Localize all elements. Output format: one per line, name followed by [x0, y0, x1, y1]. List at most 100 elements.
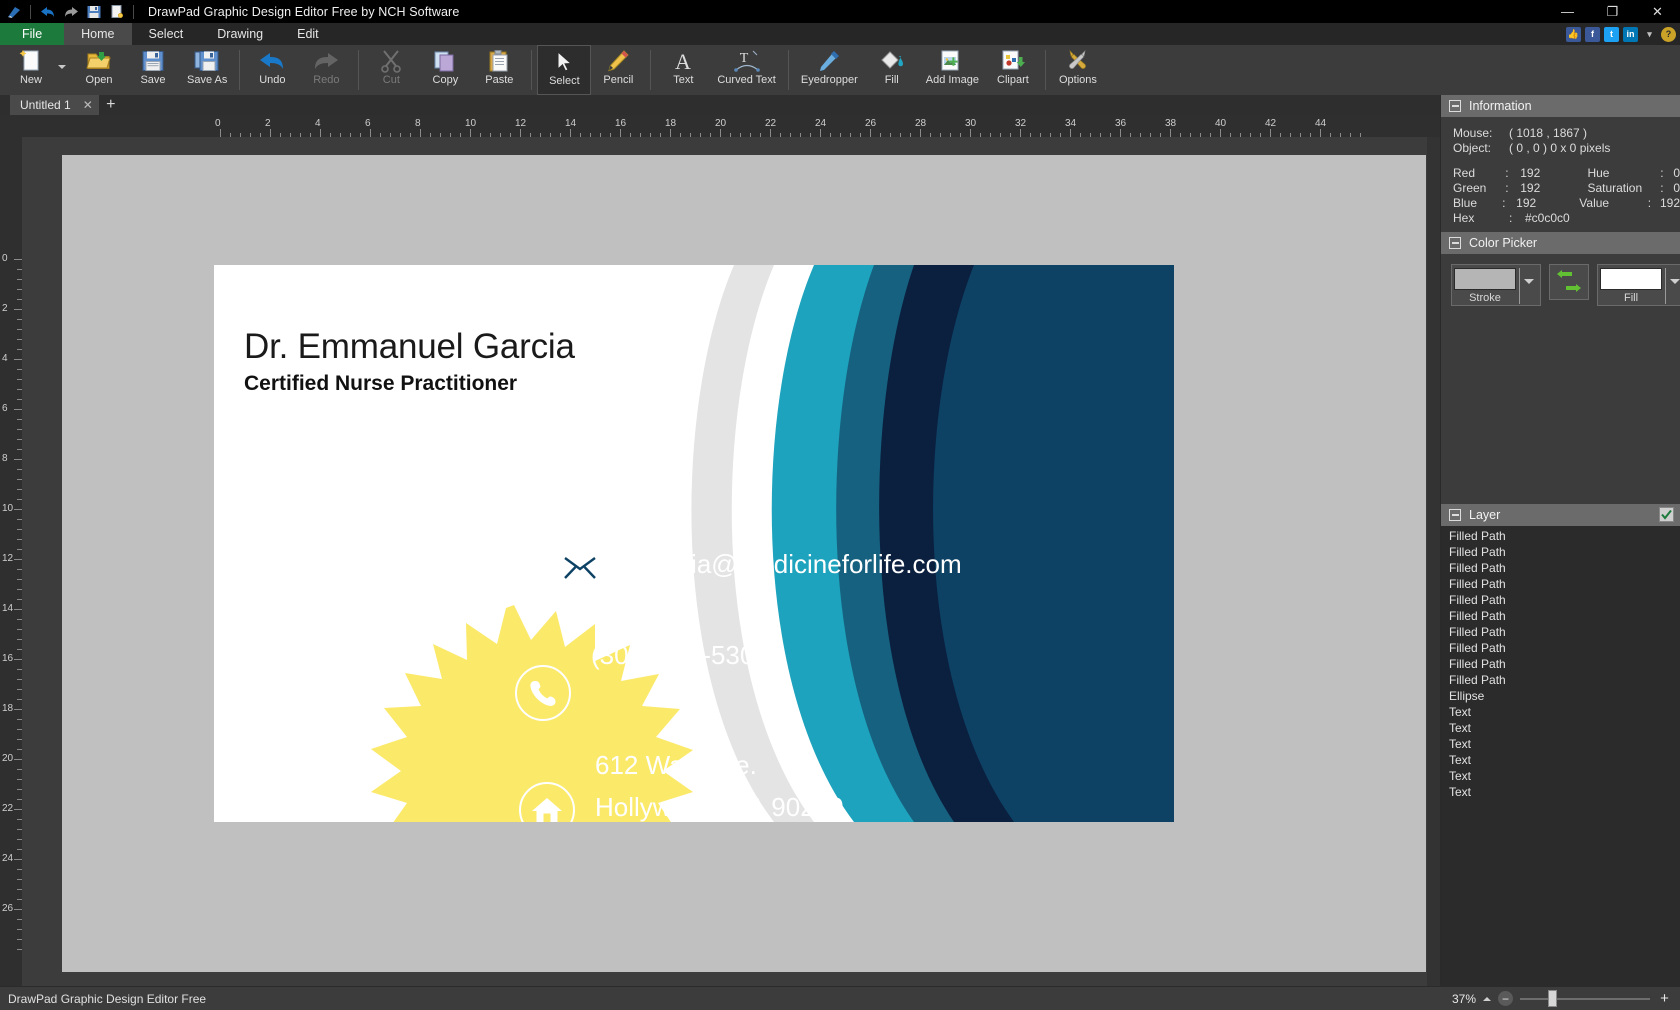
- add-image-icon: [939, 47, 965, 74]
- undo-arrow-icon[interactable]: [37, 2, 58, 22]
- close-icon[interactable]: ✕: [83, 98, 93, 112]
- menu-tab-file[interactable]: File: [0, 23, 64, 45]
- help-icon[interactable]: ?: [1661, 27, 1676, 42]
- fill-swatch[interactable]: Fill: [1600, 268, 1662, 304]
- fill-color-chip[interactable]: [1600, 268, 1662, 290]
- layer-list-item[interactable]: Text: [1449, 768, 1680, 784]
- layer-list-item[interactable]: Ellipse: [1449, 688, 1680, 704]
- layer-list-item[interactable]: Filled Path: [1449, 608, 1680, 624]
- layer-list-item[interactable]: Text: [1449, 752, 1680, 768]
- facebook-icon[interactable]: f: [1585, 27, 1600, 42]
- chevron-down-icon[interactable]: ▾: [1642, 27, 1657, 42]
- layer-list-item[interactable]: Filled Path: [1449, 672, 1680, 688]
- ribbon-select-tool[interactable]: Select: [537, 45, 591, 95]
- layer-list-item[interactable]: Filled Path: [1449, 560, 1680, 576]
- info-mouse-row: Mouse: ( 1018 , 1867 ): [1453, 126, 1680, 141]
- ribbon-clipart-button[interactable]: Clipart: [986, 45, 1040, 95]
- chevron-down-icon[interactable]: [58, 65, 66, 69]
- ruler-tick: [14, 509, 22, 510]
- ribbon-eyedropper-tool[interactable]: Eyedropper: [794, 45, 865, 95]
- layer-list-item[interactable]: Text: [1449, 720, 1680, 736]
- canvas-background[interactable]: Dr. Emmanuel Garcia Certified Nurse Prac…: [62, 155, 1426, 972]
- visibility-check-icon[interactable]: [1659, 507, 1674, 522]
- color-picker-panel-header[interactable]: Color Picker: [1441, 232, 1680, 254]
- ribbon-save-as-button[interactable]: Save As: [180, 45, 234, 95]
- app-icon[interactable]: [3, 2, 24, 22]
- ribbon-new-button[interactable]: New: [4, 45, 58, 95]
- horizontal-ruler[interactable]: 0246810121416182022242628303234363840424…: [0, 115, 1440, 137]
- ribbon-options-button[interactable]: Options: [1051, 45, 1105, 95]
- linkedin-icon[interactable]: in: [1623, 27, 1638, 42]
- ribbon-fill-tool[interactable]: Fill: [865, 45, 919, 95]
- ribbon-cut-button[interactable]: Cut: [364, 45, 418, 95]
- ribbon-redo-button[interactable]: Redo: [299, 45, 353, 95]
- information-panel-header[interactable]: Information: [1441, 95, 1680, 117]
- ribbon-text-tool[interactable]: A Text: [656, 45, 710, 95]
- layer-list-item[interactable]: Filled Path: [1449, 528, 1680, 544]
- swap-arrows-icon[interactable]: [1549, 264, 1589, 300]
- title-divider-2: [133, 5, 134, 19]
- layer-list-item[interactable]: Text: [1449, 784, 1680, 800]
- ruler-label: 38: [1165, 118, 1176, 129]
- fill-swatch-control[interactable]: Fill: [1597, 264, 1680, 306]
- ribbon-copy-button[interactable]: Copy: [418, 45, 472, 95]
- ribbon-label: Open: [86, 74, 113, 87]
- canvas-viewport[interactable]: Dr. Emmanuel Garcia Certified Nurse Prac…: [22, 137, 1440, 986]
- menu-tab-home[interactable]: Home: [64, 23, 131, 45]
- chevron-down-icon[interactable]: [1670, 279, 1680, 284]
- ruler-label: 8: [415, 118, 421, 129]
- save-icon[interactable]: [83, 2, 104, 22]
- zoom-slider-thumb[interactable]: [1548, 990, 1557, 1007]
- layer-list-item[interactable]: Text: [1449, 736, 1680, 752]
- stroke-swatch[interactable]: Stroke: [1454, 268, 1516, 304]
- business-card-artwork[interactable]: Dr. Emmanuel Garcia Certified Nurse Prac…: [214, 265, 1174, 822]
- zoom-slider[interactable]: [1520, 998, 1650, 1000]
- ruler-tick: [14, 409, 22, 410]
- chevron-up-icon[interactable]: [1483, 997, 1491, 1001]
- twitter-icon[interactable]: t: [1604, 27, 1619, 42]
- ribbon-label: Pencil: [603, 74, 633, 87]
- layer-list[interactable]: Filled PathFilled PathFilled PathFilled …: [1441, 526, 1680, 986]
- ribbon-curved-text-tool[interactable]: T Curved Text: [710, 45, 783, 95]
- ribbon-undo-button[interactable]: Undo: [245, 45, 299, 95]
- layer-panel-header[interactable]: Layer: [1441, 504, 1680, 526]
- redo-arrow-icon[interactable]: [60, 2, 81, 22]
- layer-list-item[interactable]: Filled Path: [1449, 624, 1680, 640]
- ribbon-save-button[interactable]: Save: [126, 45, 180, 95]
- chevron-down-icon[interactable]: [1524, 279, 1534, 284]
- zoom-out-button[interactable]: −: [1498, 991, 1513, 1006]
- ribbon-label: Save: [140, 74, 165, 87]
- vertical-ruler[interactable]: 02468101214161820222426: [0, 137, 22, 986]
- layer-list-item[interactable]: Filled Path: [1449, 592, 1680, 608]
- zoom-in-button[interactable]: +: [1657, 991, 1672, 1006]
- ribbon-separator: [531, 50, 532, 90]
- stroke-swatch-control[interactable]: Stroke: [1451, 264, 1541, 306]
- document-tab-untitled-1[interactable]: Untitled 1 ✕: [10, 95, 99, 115]
- ribbon-paste-button[interactable]: Paste: [472, 45, 526, 95]
- layer-list-item[interactable]: Filled Path: [1449, 576, 1680, 592]
- canvas-vertical-scrollbar[interactable]: [1427, 137, 1440, 986]
- close-button[interactable]: ✕: [1635, 0, 1680, 23]
- collapse-icon[interactable]: [1449, 509, 1461, 521]
- new-document-icon[interactable]: [106, 2, 127, 22]
- ribbon-pencil-tool[interactable]: Pencil: [591, 45, 645, 95]
- new-tab-button[interactable]: +: [99, 95, 123, 115]
- menu-tab-drawing[interactable]: Drawing: [200, 23, 280, 45]
- facebook-like-icon[interactable]: 👍: [1566, 27, 1581, 42]
- ribbon-add-image-button[interactable]: Add Image: [919, 45, 986, 95]
- stroke-color-chip[interactable]: [1454, 268, 1516, 290]
- collapse-icon[interactable]: [1449, 237, 1461, 249]
- menu-tab-select[interactable]: Select: [132, 23, 201, 45]
- zoom-level-label[interactable]: 37%: [1452, 992, 1476, 1006]
- layer-list-item[interactable]: Text: [1449, 704, 1680, 720]
- ribbon-open-button[interactable]: Open: [72, 45, 126, 95]
- layer-list-item[interactable]: Filled Path: [1449, 640, 1680, 656]
- minimize-button[interactable]: —: [1545, 0, 1590, 23]
- layer-list-item[interactable]: Filled Path: [1449, 656, 1680, 672]
- collapse-icon[interactable]: [1449, 100, 1461, 112]
- ruler-label: 14: [2, 603, 13, 614]
- menu-tab-edit[interactable]: Edit: [280, 23, 336, 45]
- ruler-label: 24: [815, 118, 826, 129]
- maximize-button[interactable]: ❐: [1590, 0, 1635, 23]
- layer-list-item[interactable]: Filled Path: [1449, 544, 1680, 560]
